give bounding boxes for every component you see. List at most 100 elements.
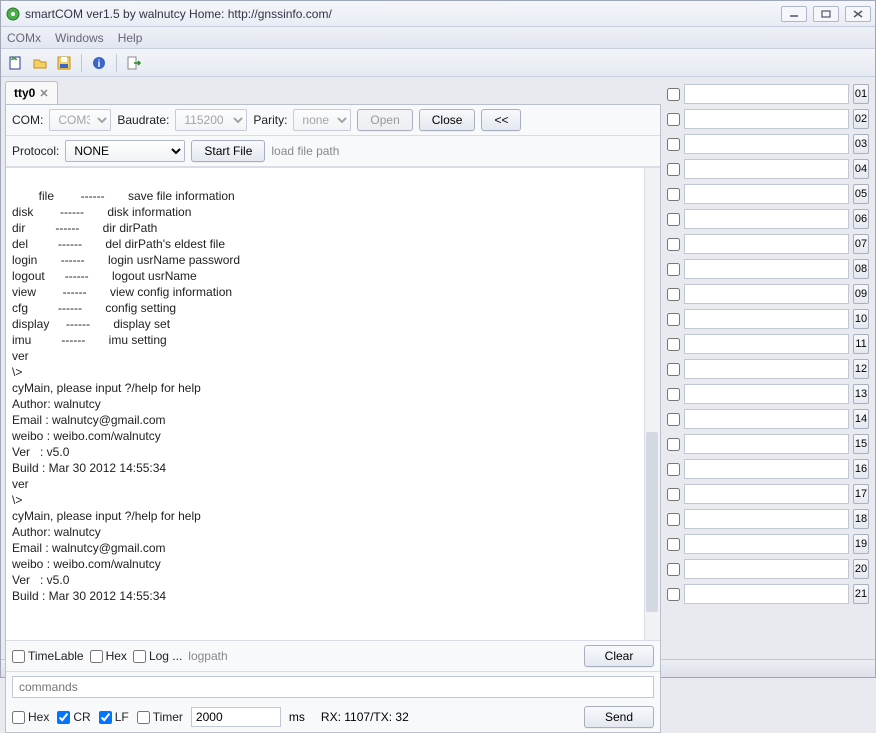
quick-send-checkbox[interactable]: [667, 188, 680, 201]
quick-send-button[interactable]: 06: [853, 209, 869, 229]
close-button-conn[interactable]: Close: [419, 109, 476, 131]
quick-send-button[interactable]: 08: [853, 259, 869, 279]
timelable-checkbox[interactable]: TimeLable: [12, 649, 84, 663]
info-icon[interactable]: i: [90, 54, 108, 72]
quick-send-checkbox[interactable]: [667, 338, 680, 351]
parity-select[interactable]: none: [293, 109, 351, 131]
quick-send-input[interactable]: [684, 484, 849, 504]
tab-tty0[interactable]: tty0 ✕: [5, 81, 58, 104]
quick-send-checkbox[interactable]: [667, 588, 680, 601]
quick-send-input[interactable]: [684, 509, 849, 529]
scrollbar-thumb[interactable]: [646, 432, 658, 612]
quick-send-input[interactable]: [684, 209, 849, 229]
quick-send-checkbox[interactable]: [667, 263, 680, 276]
quick-send-button[interactable]: 04: [853, 159, 869, 179]
quick-send-input[interactable]: [684, 309, 849, 329]
quick-send-input[interactable]: [684, 384, 849, 404]
quick-send-input[interactable]: [684, 409, 849, 429]
start-file-button[interactable]: Start File: [191, 140, 265, 162]
timer-checkbox[interactable]: Timer: [137, 710, 183, 724]
quick-send-input[interactable]: [684, 134, 849, 154]
quick-send-button[interactable]: 14: [853, 409, 869, 429]
exit-icon[interactable]: [125, 54, 143, 72]
quick-send-row: 15: [667, 433, 869, 455]
log-checkbox[interactable]: Log ...: [133, 649, 182, 663]
connection-row: COM: COM3 Baudrate: 115200 Parity: none …: [6, 105, 660, 136]
quick-send-button[interactable]: 01: [853, 84, 869, 104]
quick-send-button[interactable]: 12: [853, 359, 869, 379]
minimize-button[interactable]: [781, 6, 807, 22]
quick-send-button[interactable]: 07: [853, 234, 869, 254]
quick-send-input[interactable]: [684, 584, 849, 604]
quick-send-checkbox[interactable]: [667, 563, 680, 576]
quick-send-checkbox[interactable]: [667, 388, 680, 401]
terminal-scrollbar[interactable]: [644, 168, 660, 640]
quick-send-button[interactable]: 15: [853, 434, 869, 454]
cr-checkbox[interactable]: CR: [57, 710, 90, 724]
protocol-select[interactable]: NONE: [65, 140, 185, 162]
clear-button[interactable]: Clear: [584, 645, 654, 667]
quick-send-checkbox[interactable]: [667, 438, 680, 451]
quick-send-input[interactable]: [684, 334, 849, 354]
quick-send-checkbox[interactable]: [667, 313, 680, 326]
quick-send-input[interactable]: [684, 184, 849, 204]
quick-send-input[interactable]: [684, 259, 849, 279]
close-button[interactable]: [845, 6, 871, 22]
quick-send-button[interactable]: 21: [853, 584, 869, 604]
quick-send-checkbox[interactable]: [667, 363, 680, 376]
timer-value-input[interactable]: [191, 707, 281, 727]
send-button[interactable]: Send: [584, 706, 654, 728]
quick-send-input[interactable]: [684, 159, 849, 179]
quick-send-checkbox[interactable]: [667, 288, 680, 301]
menu-help[interactable]: Help: [118, 31, 143, 45]
quick-send-checkbox[interactable]: [667, 538, 680, 551]
baud-select[interactable]: 115200: [175, 109, 247, 131]
quick-send-button[interactable]: 05: [853, 184, 869, 204]
com-select[interactable]: COM3: [49, 109, 111, 131]
quick-send-checkbox[interactable]: [667, 413, 680, 426]
maximize-button[interactable]: [813, 6, 839, 22]
open-icon[interactable]: [31, 54, 49, 72]
menu-comx[interactable]: COMx: [7, 31, 41, 45]
open-button[interactable]: Open: [357, 109, 412, 131]
quick-send-input[interactable]: [684, 359, 849, 379]
quick-send-button[interactable]: 16: [853, 459, 869, 479]
quick-send-input[interactable]: [684, 559, 849, 579]
quick-send-button[interactable]: 02: [853, 109, 869, 129]
quick-send-button[interactable]: 03: [853, 134, 869, 154]
hex-display-checkbox[interactable]: Hex: [90, 649, 127, 663]
quick-send-checkbox[interactable]: [667, 513, 680, 526]
quick-send-checkbox[interactable]: [667, 138, 680, 151]
quick-send-button[interactable]: 18: [853, 509, 869, 529]
quick-send-button[interactable]: 11: [853, 334, 869, 354]
quick-send-input[interactable]: [684, 109, 849, 129]
quick-send-checkbox[interactable]: [667, 213, 680, 226]
tab-close-icon[interactable]: ✕: [39, 87, 48, 100]
save-icon[interactable]: [55, 54, 73, 72]
quick-send-input[interactable]: [684, 284, 849, 304]
quick-send-checkbox[interactable]: [667, 238, 680, 251]
quick-send-checkbox[interactable]: [667, 88, 680, 101]
quick-send-button[interactable]: 09: [853, 284, 869, 304]
lf-checkbox[interactable]: LF: [99, 710, 129, 724]
quick-send-checkbox[interactable]: [667, 163, 680, 176]
quick-send-input[interactable]: [684, 434, 849, 454]
quick-send-button[interactable]: 13: [853, 384, 869, 404]
hex-send-checkbox[interactable]: Hex: [12, 710, 49, 724]
quick-send-input[interactable]: [684, 459, 849, 479]
quick-send-input[interactable]: [684, 84, 849, 104]
quick-send-button[interactable]: 10: [853, 309, 869, 329]
back-button[interactable]: <<: [481, 109, 521, 131]
command-input[interactable]: [12, 676, 654, 698]
terminal-output[interactable]: file ------ save file information disk -…: [6, 167, 660, 641]
new-icon[interactable]: [7, 54, 25, 72]
menu-windows[interactable]: Windows: [55, 31, 104, 45]
quick-send-button[interactable]: 17: [853, 484, 869, 504]
quick-send-button[interactable]: 20: [853, 559, 869, 579]
quick-send-button[interactable]: 19: [853, 534, 869, 554]
quick-send-checkbox[interactable]: [667, 463, 680, 476]
quick-send-input[interactable]: [684, 234, 849, 254]
quick-send-checkbox[interactable]: [667, 488, 680, 501]
quick-send-input[interactable]: [684, 534, 849, 554]
quick-send-checkbox[interactable]: [667, 113, 680, 126]
